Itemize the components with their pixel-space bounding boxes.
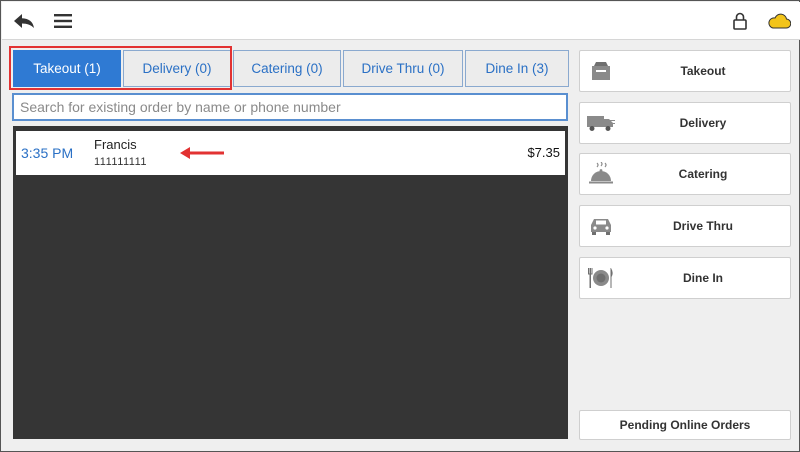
cloud-icon[interactable] — [766, 2, 792, 40]
catering-button[interactable]: Catering — [579, 153, 791, 195]
catering-button-label: Catering — [678, 167, 728, 181]
order-time: 3:35 PM — [21, 145, 74, 161]
back-arrow-icon[interactable] — [10, 2, 38, 40]
plate-cutlery-icon — [586, 263, 616, 293]
tab-takeout[interactable]: Takeout (1) — [13, 50, 121, 87]
delivery-button[interactable]: Delivery — [579, 102, 791, 144]
takeout-button-label: Takeout — [680, 64, 726, 78]
annotation-arrow-icon — [180, 147, 224, 159]
order-customer-phone: 111111111 — [94, 156, 148, 168]
tab-dine-in[interactable]: Dine In (3) — [465, 50, 569, 87]
top-bar — [2, 2, 800, 40]
app-window: Takeout (1) Delivery (0) Catering (0) Dr… — [0, 0, 800, 452]
takeout-button[interactable]: Takeout — [579, 50, 791, 92]
order-type-tabs: Takeout (1) Delivery (0) Catering (0) Dr… — [13, 50, 569, 87]
drive-thru-button-label: Drive Thru — [672, 219, 733, 233]
dine-in-button-label: Dine In — [682, 271, 723, 285]
delivery-truck-icon — [586, 108, 616, 138]
takeout-bag-icon — [586, 56, 616, 86]
dine-in-button[interactable]: Dine In — [579, 257, 791, 299]
delivery-button-label: Delivery — [679, 116, 727, 130]
lock-icon[interactable] — [730, 2, 750, 40]
car-icon — [586, 211, 616, 241]
order-row[interactable]: 3:35 PM Francis 111111111 $7.35 — [16, 131, 565, 175]
hamburger-menu-icon[interactable] — [50, 2, 76, 40]
tab-drive-thru[interactable]: Drive Thru (0) — [343, 50, 463, 87]
tab-delivery[interactable]: Delivery (0) — [123, 50, 231, 87]
pending-online-orders-button[interactable]: Pending Online Orders — [579, 410, 791, 440]
order-search-input[interactable] — [12, 93, 568, 121]
tab-catering[interactable]: Catering (0) — [233, 50, 341, 87]
cloche-icon — [586, 159, 616, 189]
order-total: $7.35 — [527, 145, 560, 160]
order-customer-name: Francis — [94, 137, 137, 152]
order-list: 3:35 PM Francis 111111111 $7.35 — [13, 126, 568, 439]
drive-thru-button[interactable]: Drive Thru — [579, 205, 791, 247]
